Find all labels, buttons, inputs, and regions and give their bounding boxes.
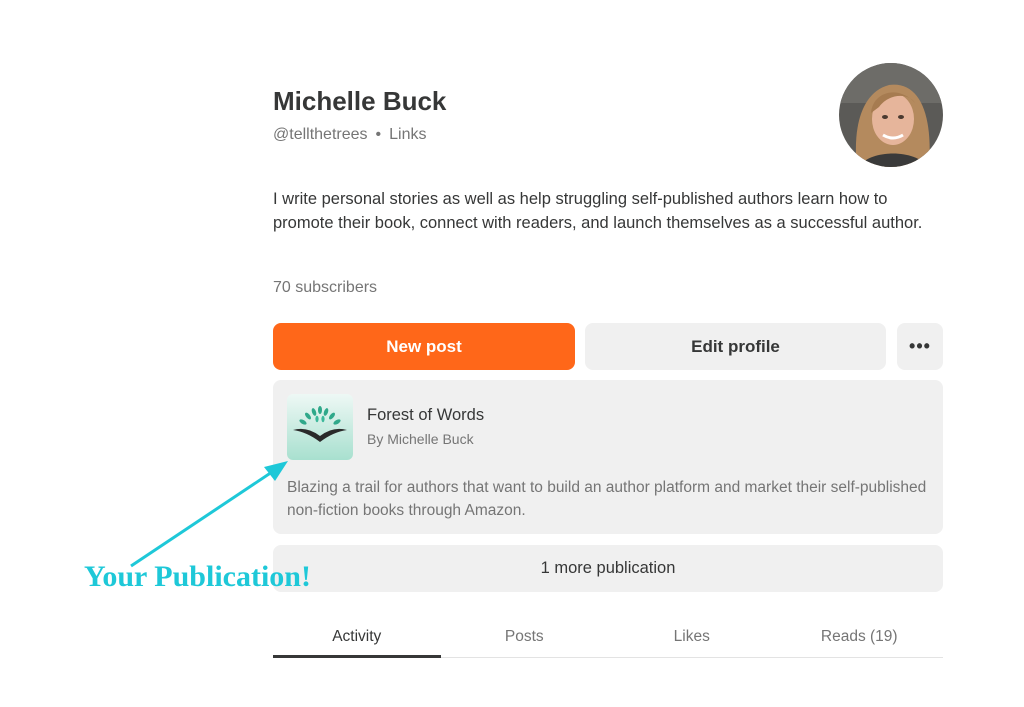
tab-activity[interactable]: Activity <box>273 620 441 658</box>
tab-posts[interactable]: Posts <box>441 620 609 657</box>
links-link[interactable]: Links <box>389 126 426 144</box>
profile-name: Michelle Buck <box>273 86 447 116</box>
annotation-label: Your Publication! <box>84 560 311 593</box>
publication-description: Blazing a trail for authors that want to… <box>287 479 927 519</box>
avatar[interactable] <box>839 63 943 167</box>
publication-author: By Michelle Buck <box>367 431 474 447</box>
tree-book-logo-icon <box>287 394 353 460</box>
subscriber-count[interactable]: 70 subscribers <box>273 279 377 297</box>
profile-bio: I write personal stories as well as help… <box>273 190 923 232</box>
publication-card[interactable]: Forest of Words By Michelle Buck Blazing… <box>273 380 943 534</box>
more-publications-button[interactable]: 1 more publication <box>273 545 943 592</box>
profile-tabs: Activity Posts Likes Reads (19) <box>273 620 943 658</box>
tab-reads[interactable]: Reads (19) <box>776 620 944 657</box>
edit-profile-button[interactable]: Edit profile <box>585 323 886 370</box>
meta-separator: • <box>375 126 382 143</box>
new-post-button[interactable]: New post <box>273 323 575 370</box>
user-photo-icon <box>839 63 943 167</box>
more-options-button[interactable]: ••• <box>897 323 943 370</box>
profile-handle: @tellthetrees <box>273 126 368 143</box>
publication-title: Forest of Words <box>367 406 485 424</box>
publication-logo <box>287 394 353 460</box>
profile-meta: @tellthetrees • Links <box>273 126 426 144</box>
tab-likes[interactable]: Likes <box>608 620 776 657</box>
